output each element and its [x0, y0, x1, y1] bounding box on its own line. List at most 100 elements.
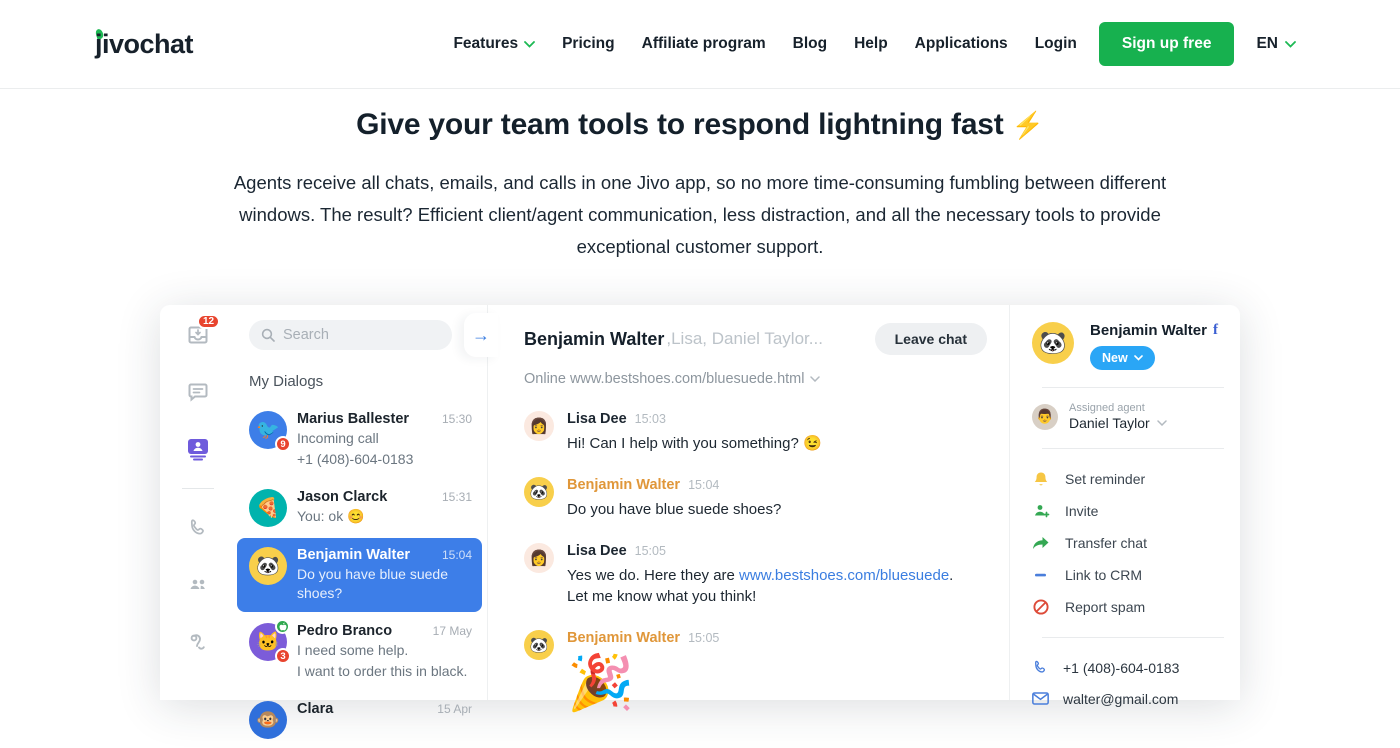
message-avatar: 👩	[524, 543, 554, 573]
message-timestamp: 15:04	[688, 478, 719, 492]
message-list: 👩 Lisa Dee 15:03 Hi! Can I help with you so…	[524, 411, 1009, 712]
action-label: Invite	[1065, 503, 1098, 519]
action-label: Transfer chat	[1065, 535, 1147, 551]
divider	[1042, 387, 1224, 388]
dialog-last-message: Do you have blue suede shoes?	[297, 565, 472, 603]
dialog-last-message: Incoming call	[297, 429, 472, 448]
chevron-down-icon	[1134, 355, 1143, 361]
dialog-avatar: 🐦9	[249, 411, 287, 449]
message-timestamp: 15:03	[635, 412, 666, 426]
dialog-row[interactable]: 🐵Clara15 Apr	[237, 692, 482, 748]
chat-message: 👩Lisa Dee15:03Hi! Can I help with you so…	[524, 411, 1009, 454]
dialog-row[interactable]: 🐼Benjamin Walter15:04Do you have blue su…	[237, 538, 482, 612]
nav-item-features[interactable]: Features	[453, 35, 535, 53]
chevron-down-icon	[810, 376, 820, 382]
message-timestamp: 15:05	[635, 544, 666, 558]
dialog-row[interactable]: 🐦9Marius Ballester15:30Incoming call+1 (…	[237, 402, 482, 478]
chat-participants: ,Lisa, Daniel Taylor...	[666, 329, 874, 349]
dialog-avatar: 🐱3	[249, 623, 287, 661]
person-add-icon	[1032, 503, 1050, 519]
collapse-panel-handle[interactable]: →	[464, 313, 498, 357]
nav-item-pricing[interactable]: Pricing	[562, 35, 615, 53]
message-text: Hi! Can I help with you something? 😉	[567, 433, 822, 454]
message-avatar: 🐼	[524, 477, 554, 507]
block-icon	[1032, 599, 1050, 615]
phone-icon[interactable]	[185, 515, 211, 541]
message-text: Do you have blue suede shoes?	[567, 499, 781, 520]
jivo-app-window: 12 My Dialogs 🐦9Marius Ballester15:30Inc…	[160, 305, 1240, 700]
party-popper-emoji: 🎉	[567, 654, 719, 712]
action-transfer-chat[interactable]: Transfer chat	[1032, 527, 1224, 559]
chat-header: Benjamin Walter ,Lisa, Daniel Taylor... …	[488, 323, 1009, 355]
dialog-timestamp: 15:31	[442, 490, 472, 504]
message-author: Benjamin Walter	[567, 630, 680, 646]
nav-item-blog[interactable]: Blog	[793, 35, 827, 53]
dialog-row[interactable]: 🍕 Jason Clarck 15:31 You: ok 😊	[237, 480, 482, 536]
visitor-email[interactable]: walter@gmail.com	[1032, 683, 1224, 714]
dialog-contact-name: Marius Ballester	[297, 411, 436, 427]
agent-avatar: 👨	[1032, 404, 1058, 430]
dialog-contact-name: Pedro Branco	[297, 623, 427, 639]
nav-item-label: Login	[1035, 35, 1077, 53]
nav-item-label: Blog	[793, 35, 827, 53]
message-link[interactable]: www.bestshoes.com/bluesuede	[739, 567, 949, 584]
hero-section: Give your team tools to respond lightnin…	[0, 108, 1400, 263]
dialog-timestamp: 15:04	[442, 548, 472, 562]
dialog-contact-name: Benjamin Walter	[297, 547, 436, 563]
visitor-phone-number: +1 (408)-604-0183	[1063, 660, 1179, 676]
search-bar[interactable]	[249, 320, 452, 350]
bell-icon	[1032, 471, 1050, 488]
visitor-status-dropdown[interactable]: Online www.bestshoes.com/bluesuede.html	[524, 371, 1009, 387]
inbox-unread-badge: 12	[197, 314, 220, 329]
facebook-icon: f	[1213, 322, 1218, 339]
message-author: Benjamin Walter	[567, 477, 680, 493]
nav-item-label: Pricing	[562, 35, 615, 53]
unread-count-badge: 9	[275, 436, 291, 452]
language-label: EN	[1256, 35, 1278, 53]
nav-item-affiliate-program[interactable]: Affiliate program	[642, 35, 766, 53]
assigned-agent-selector[interactable]: 👨 Assigned agent Daniel Taylor	[1032, 402, 1224, 431]
dialog-last-message: +1 (408)-604-0183	[297, 450, 472, 469]
logo-text: jivochat	[95, 29, 193, 59]
visitor-avatar: 🐼	[1032, 322, 1074, 364]
dialog-row[interactable]: 🐱3Pedro Branco17 MayI need some help.I w…	[237, 614, 482, 690]
nav-item-applications[interactable]: Applications	[915, 35, 1008, 53]
chats-icon[interactable]	[185, 379, 211, 405]
nav-item-login[interactable]: Login	[1035, 35, 1077, 53]
dialog-last-message: I want to order this in black.	[297, 662, 472, 681]
action-link-to-crm[interactable]: Link to CRM	[1032, 559, 1224, 591]
contacts-icon-active[interactable]	[185, 436, 211, 462]
action-set-reminder[interactable]: Set reminder	[1032, 463, 1224, 495]
action-report-spam[interactable]: Report spam	[1032, 591, 1224, 623]
transfer-arrow-icon	[1032, 536, 1050, 551]
dialogs-section-title: My Dialogs	[249, 373, 487, 390]
nav-item-help[interactable]: Help	[854, 35, 888, 53]
dialog-row-body: Clara15 Apr	[297, 701, 472, 717]
nav-item-label: Affiliate program	[642, 35, 766, 53]
language-selector[interactable]: EN	[1256, 35, 1296, 53]
sign-up-free-button[interactable]: Sign up free	[1099, 22, 1235, 66]
phone-icon	[1032, 659, 1049, 676]
dialog-timestamp: 15 Apr	[437, 702, 472, 716]
inbox-icon[interactable]: 12	[185, 322, 211, 348]
hero-description: Agents receive all chats, emails, and ca…	[220, 167, 1180, 263]
visitor-phone[interactable]: +1 (408)-604-0183	[1032, 652, 1224, 683]
dialog-last-message: You: ok 😊	[297, 507, 472, 526]
jivochat-logo[interactable]: jivochat	[95, 29, 193, 60]
integrations-icon[interactable]	[185, 629, 211, 655]
team-icon[interactable]	[185, 572, 211, 598]
search-icon	[261, 328, 275, 342]
message-avatar: 🐼	[524, 630, 554, 660]
chat-state-dropdown[interactable]: New	[1090, 346, 1155, 370]
action-label: Set reminder	[1065, 471, 1145, 487]
message-author: Lisa Dee	[567, 411, 627, 427]
arrow-right-icon: →	[472, 325, 490, 346]
divider	[1042, 637, 1224, 638]
search-input[interactable]	[283, 327, 413, 343]
leave-chat-button[interactable]: Leave chat	[875, 323, 987, 355]
dialog-avatar: 🍕	[249, 489, 287, 527]
chat-title: Benjamin Walter	[524, 329, 664, 350]
dialogs-panel: My Dialogs 🐦9Marius Ballester15:30Incomi…	[236, 305, 487, 700]
dialog-contact-name: Jason Clarck	[297, 489, 436, 505]
action-invite[interactable]: Invite	[1032, 495, 1224, 527]
